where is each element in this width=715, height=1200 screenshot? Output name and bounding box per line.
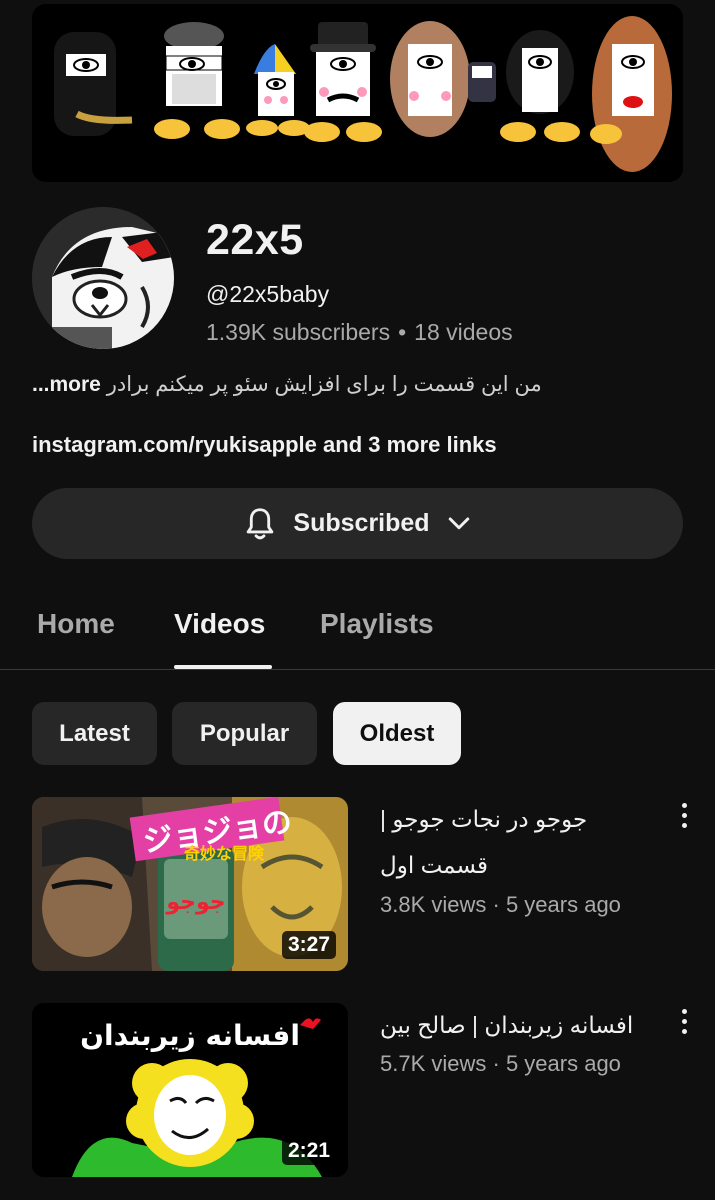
chip-popular[interactable]: Popular — [172, 702, 317, 765]
more-links[interactable]: 3 more links — [368, 432, 496, 457]
subscribe-button[interactable]: Subscribed — [32, 488, 683, 559]
subscriber-count: 1.39K subscribers — [206, 319, 391, 345]
video-age: 5 years ago — [505, 892, 621, 917]
thumb-can-text: جوجو — [165, 890, 225, 915]
video-count: 18 videos — [414, 319, 513, 345]
active-tab-indicator — [174, 665, 272, 669]
video-age: 5 years ago — [505, 1051, 621, 1076]
primary-link[interactable]: instagram.com/ryukisapple — [32, 432, 317, 457]
bell-icon — [247, 507, 274, 539]
channel-banner — [32, 4, 683, 182]
description-more-link[interactable]: ...more — [32, 373, 101, 396]
video-title[interactable]: افسانه زیربندان | صالح بین — [380, 1002, 650, 1048]
channel-name: 22x5 — [206, 216, 304, 264]
tab-videos[interactable]: Videos — [174, 608, 265, 640]
channel-avatar[interactable] — [32, 207, 174, 349]
avatar-art — [32, 207, 174, 349]
banner-art — [32, 4, 683, 182]
more-vert-icon[interactable] — [672, 797, 696, 833]
video-title[interactable]: جوجو در نجات جوجو | قسمت اول — [380, 796, 650, 888]
video-meta: 3.8K views · 5 years ago — [380, 892, 621, 917]
video-duration: 2:21 — [281, 1137, 336, 1165]
chevron-down-icon — [448, 517, 469, 529]
video-thumbnail[interactable]: افسانه زیربندان 2:21 — [32, 1003, 348, 1177]
subscribe-label: Subscribed — [293, 509, 430, 537]
channel-handle: @22x5baby — [206, 281, 330, 307]
video-duration: 3:27 — [281, 931, 336, 959]
stats-separator: • — [398, 319, 407, 345]
chip-latest[interactable]: Latest — [32, 702, 157, 765]
channel-page: 22x5 @22x5baby 1.39K subscribers • 18 vide… — [0, 0, 715, 1200]
thumb-logo-sub: 奇妙な冒険 — [184, 844, 265, 863]
tab-playlists[interactable]: Playlists — [320, 608, 434, 640]
description-text: من این قسمت را برای افزایش سئو پر میکنم … — [106, 373, 542, 396]
tab-home[interactable]: Home — [37, 608, 115, 640]
thumb-title-text: افسانه زیربندان — [80, 1019, 300, 1052]
channel-stats: 1.39K subscribers • 18 videos — [206, 319, 513, 346]
links-and: and — [323, 432, 363, 457]
video-thumbnail[interactable]: جوجو ジョジョの 奇妙な冒険 3:27 — [32, 797, 348, 971]
channel-links[interactable]: instagram.com/ryukisapple and 3 more lin… — [32, 432, 497, 458]
chip-oldest[interactable]: Oldest — [333, 702, 461, 765]
video-meta: 5.7K views · 5 years ago — [380, 1051, 621, 1076]
channel-description[interactable]: ...more من این قسمت را برای افزایش سئو پ… — [32, 372, 672, 397]
video-views: 5.7K views — [380, 1051, 487, 1076]
channel-tabs: Home Videos Playlists — [0, 590, 715, 670]
more-vert-icon[interactable] — [672, 1003, 696, 1039]
video-views: 3.8K views — [380, 892, 487, 917]
